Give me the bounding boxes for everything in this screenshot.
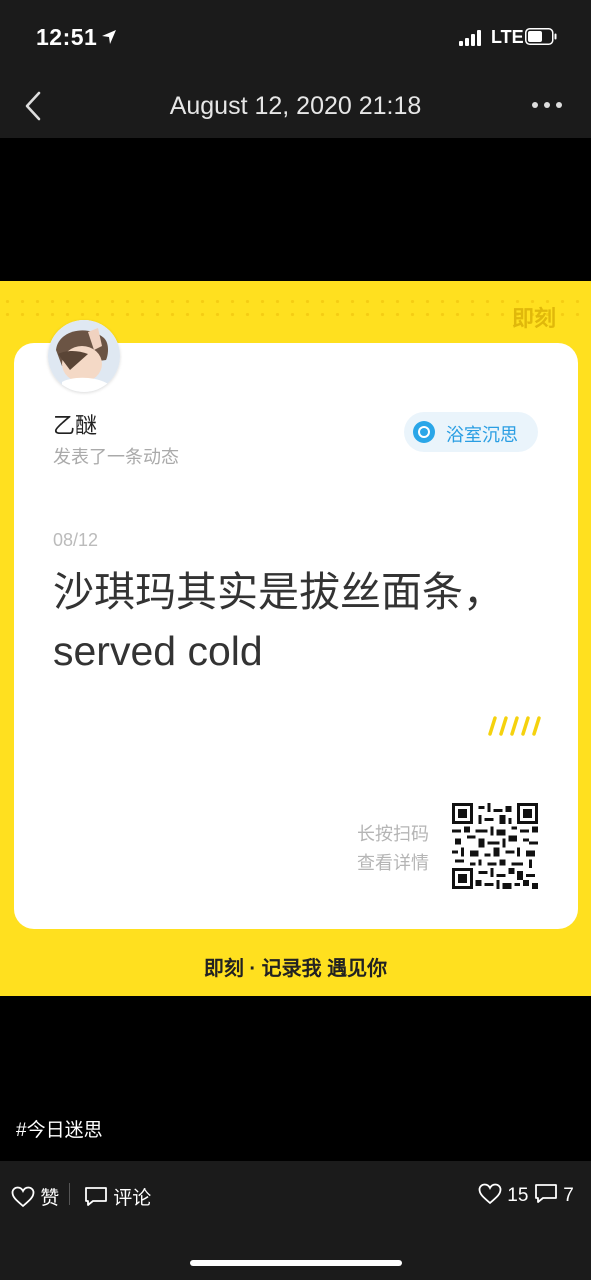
signal-icon xyxy=(459,30,485,46)
page-title: August 12, 2020 21:18 xyxy=(169,92,422,120)
status-bar: 12:51 LTE xyxy=(0,0,591,76)
post-content: 沙琪玛其实是拔丝面条，served cold xyxy=(53,569,504,674)
topic-circle-icon xyxy=(413,421,435,443)
decorative-dot-pattern xyxy=(0,295,591,321)
more-dots-icon[interactable] xyxy=(532,102,564,110)
qr-hint: 长按扫码 查看详情 xyxy=(349,820,429,878)
topic-tag: 浴室沉思 xyxy=(404,412,538,452)
comment-count-button[interactable]: 7 xyxy=(534,1183,574,1207)
network-type: LTE xyxy=(491,27,524,47)
comment-icon xyxy=(85,1187,107,1206)
like-count-button[interactable]: 15 xyxy=(478,1183,528,1207)
post-action-text: 发表了一条动态 xyxy=(53,447,179,467)
brand-logo-top: 即刻 xyxy=(512,306,557,331)
topic-label: 浴室沉思 xyxy=(446,425,518,445)
comment-count: 7 xyxy=(563,1185,574,1206)
post-date: 08/12 xyxy=(53,530,99,550)
avatar-illustration-icon xyxy=(48,320,120,392)
battery-icon xyxy=(525,28,557,45)
like-button[interactable]: 赞 xyxy=(11,1183,59,1210)
location-arrow-icon xyxy=(102,30,116,44)
comment-icon xyxy=(535,1184,557,1203)
like-label: 赞 xyxy=(40,1188,60,1209)
qr-hint-line2: 查看详情 xyxy=(357,853,429,873)
heart-icon xyxy=(11,1186,35,1208)
qr-code-icon xyxy=(452,803,538,889)
hashtag[interactable]: #今日迷思 xyxy=(16,1115,103,1142)
divider xyxy=(69,1183,70,1205)
avatar xyxy=(48,320,120,392)
like-count: 15 xyxy=(507,1185,529,1206)
home-indicator[interactable] xyxy=(190,1260,402,1266)
nav-bar: August 12, 2020 21:18 xyxy=(0,76,591,138)
username: 乙醚 xyxy=(53,413,98,438)
qr-hint-line1: 长按扫码 xyxy=(357,824,429,844)
heart-icon xyxy=(478,1183,502,1205)
footer-slogan: 即刻 · 记录我 遇见你 xyxy=(203,958,388,980)
comment-label: 评论 xyxy=(113,1188,152,1209)
comment-button[interactable]: 评论 xyxy=(84,1183,151,1210)
decorative-slashes-icon xyxy=(488,716,541,736)
status-time: 12:51 xyxy=(36,24,98,50)
